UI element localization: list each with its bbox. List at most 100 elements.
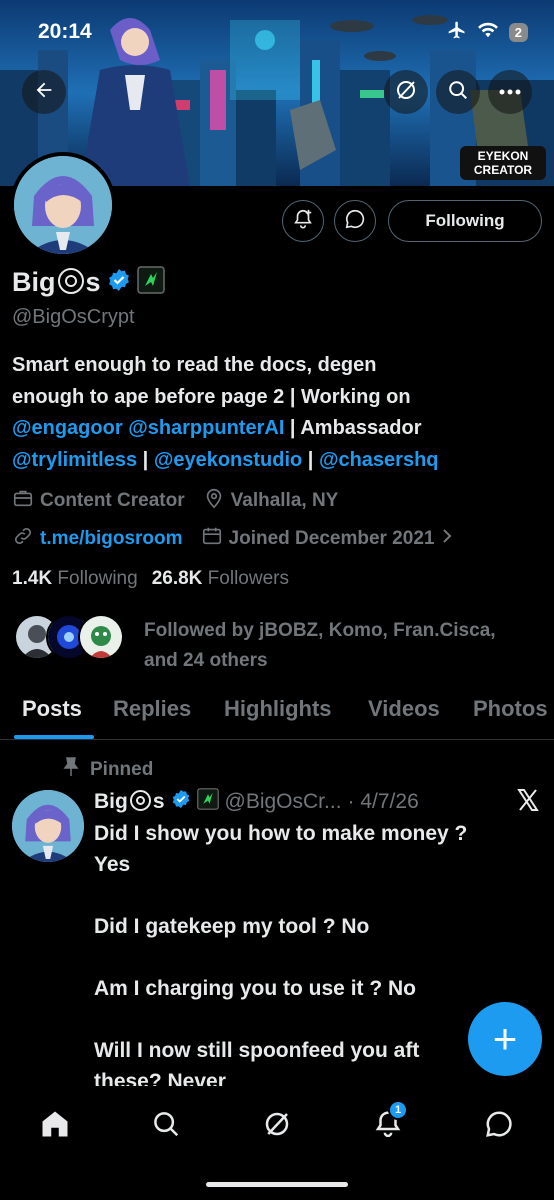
home-icon [40, 1109, 70, 1144]
post-author-avatar[interactable] [12, 790, 84, 862]
bio-line-1: Smart enough to read the docs, degen [12, 354, 377, 376]
nav-home[interactable] [33, 1104, 77, 1148]
profile-bio: Smart enough to read the docs, degen eno… [12, 350, 542, 476]
grok-icon [394, 78, 418, 107]
status-time: 20:14 [38, 20, 92, 43]
following-stat[interactable]: 1.4K Following [12, 568, 138, 590]
profile-avatar[interactable] [10, 152, 116, 258]
active-tab-indicator [14, 735, 94, 739]
search-icon [151, 1109, 181, 1144]
bell-plus-icon [292, 208, 314, 235]
nav-notifications[interactable]: 1 [366, 1100, 410, 1148]
profile-tabs: Posts Replies Highlights Videos Photos [0, 688, 554, 740]
bio-line-4: @trylimitless | @eyekonstudio | @chasers… [12, 445, 542, 477]
website-link[interactable]: t.me/bigosroom [40, 528, 183, 550]
profile-meta-row-1: Content Creator Valhalla, NY [12, 487, 356, 515]
search-icon [447, 79, 469, 106]
airplane-icon [447, 20, 467, 45]
mention-trylimitless[interactable]: @trylimitless [12, 449, 137, 471]
circle-o-icon [129, 790, 151, 811]
compose-post-button[interactable]: + [468, 1002, 542, 1076]
pinned-label: Pinned [90, 759, 154, 780]
battery-indicator: 2 [508, 23, 528, 42]
following-count: 1.4K [12, 568, 53, 589]
bio-line-2: enough to ape before page 2 | Working on [12, 385, 411, 408]
following-stat-label: Following [57, 568, 138, 589]
nav-grok[interactable] [255, 1104, 299, 1148]
chat-bubble-icon [484, 1109, 514, 1144]
mention-chasershq[interactable]: @chasershq [319, 449, 439, 471]
category-label: Content Creator [40, 490, 185, 511]
followed-by-avatars[interactable] [14, 614, 124, 660]
notifications-badge: 1 [388, 1100, 408, 1120]
follow-stats: 1.4K Following 26.8K Followers [12, 568, 289, 590]
affiliate-badge-icon[interactable] [136, 266, 165, 299]
followers-stat-label: Followers [207, 568, 289, 589]
follower-avatar-3 [78, 614, 124, 660]
followed-by-line-2: and 24 others [144, 650, 268, 671]
link-icon [12, 525, 34, 553]
name-prefix: Big [12, 267, 56, 297]
mention-eyekonstudio[interactable]: @eyekonstudio [154, 449, 302, 471]
mention-sharppunterai[interactable]: @sharppunterAI [128, 417, 284, 439]
joined-item[interactable]: Joined December 2021 [201, 525, 455, 553]
creator-badge-line1: EYEKON [477, 149, 529, 163]
calendar-icon [201, 525, 223, 553]
website-item[interactable]: t.me/bigosroom [12, 525, 183, 553]
chevron-right-icon [440, 527, 454, 551]
back-button[interactable] [22, 70, 66, 114]
status-icons: 2 [447, 20, 528, 45]
followed-by-line-1: Followed by jBOBZ, Komo, Fran.Cisca, [144, 620, 496, 641]
category-item: Content Creator [12, 487, 185, 515]
tab-videos[interactable]: Videos [368, 696, 440, 722]
post-header: Big s @BigOsCr... · 4/7/26 [94, 788, 419, 816]
briefcase-icon [12, 487, 34, 515]
post-date[interactable]: · 4/7/26 [348, 790, 419, 814]
name-suffix: s [85, 267, 101, 297]
profile-name: Big s [12, 267, 101, 298]
subscribe-notifications-button[interactable] [282, 200, 324, 242]
joined-label: Joined December 2021 [228, 528, 435, 549]
location-item: Valhalla, NY [203, 487, 339, 515]
post-name-prefix: Big [94, 790, 128, 813]
verified-badge-icon [171, 789, 191, 815]
post-avatar-illustration [12, 790, 84, 862]
arrow-left-icon [33, 79, 55, 106]
post-name-suffix: s [152, 790, 165, 813]
message-button[interactable] [334, 200, 376, 242]
profile-name-row: Big s [12, 266, 165, 299]
verified-badge-icon[interactable] [107, 268, 131, 297]
nav-search[interactable] [144, 1104, 188, 1148]
followed-by-text[interactable]: Followed by jBOBZ, Komo, Fran.Cisca, and… [144, 616, 544, 676]
bio-separator-1: | [137, 448, 154, 471]
post-author-handle[interactable]: @BigOsCr... [225, 790, 342, 814]
mention-engagoor[interactable]: @engagoor [12, 417, 123, 439]
tab-posts[interactable]: Posts [22, 696, 82, 722]
more-dots-icon [499, 83, 521, 101]
more-options-button[interactable] [488, 70, 532, 114]
post-author-name[interactable]: Big s [94, 790, 165, 814]
followers-stat[interactable]: 26.8K Followers [152, 568, 289, 590]
tab-photos[interactable]: Photos [473, 696, 548, 722]
creator-badge-line2: CREATOR [473, 163, 533, 177]
plus-icon: + [492, 1015, 518, 1062]
location-label: Valhalla, NY [230, 490, 339, 511]
grok-icon [262, 1109, 292, 1144]
status-bar: 20:14 2 [0, 0, 554, 64]
eyekon-creator-logo: EYEKON CREATOR [460, 146, 546, 180]
grok-button[interactable] [384, 70, 428, 114]
post-text[interactable]: Did I show you how to make money ? Yes D… [94, 818, 534, 1097]
tab-replies[interactable]: Replies [113, 696, 191, 722]
nav-messages[interactable] [477, 1104, 521, 1148]
wifi-icon [477, 21, 499, 44]
circle-o-icon [57, 268, 84, 294]
profile-meta-row-2: t.me/bigosroom Joined December 2021 [12, 525, 472, 553]
pinned-indicator: Pinned [62, 757, 153, 783]
bio-ambassador-text: | Ambassador [284, 417, 422, 439]
home-indicator [206, 1182, 348, 1187]
tab-highlights[interactable]: Highlights [224, 696, 332, 722]
search-button[interactable] [436, 70, 480, 114]
bio-separator-2: | [302, 448, 319, 471]
followers-count: 26.8K [151, 568, 203, 589]
following-button[interactable]: Following [388, 200, 542, 242]
